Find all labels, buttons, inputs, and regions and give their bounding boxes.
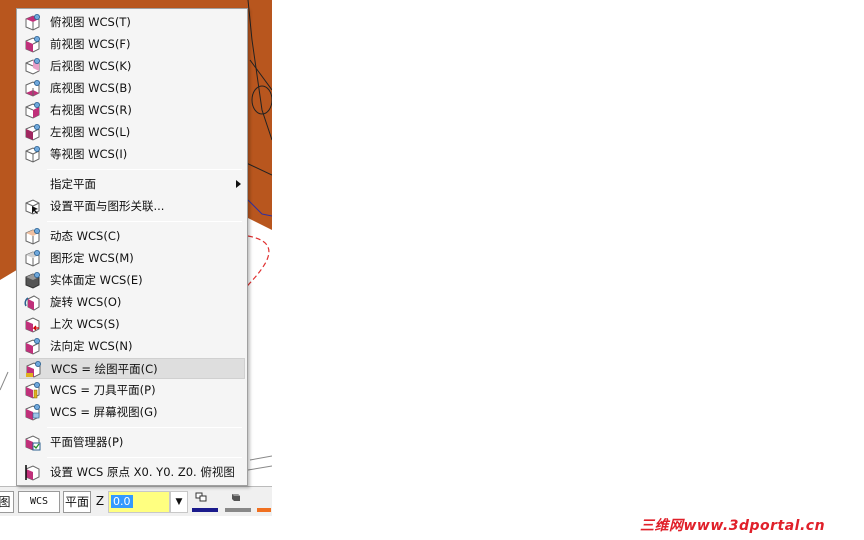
menu-item-label: 指定平面 (50, 177, 96, 191)
view-bottom-icon (25, 80, 40, 97)
menu-item-back-view[interactable]: 后视图 WCS(K) (19, 56, 245, 77)
menu-item-associate-plane[interactable]: 设置平面与图形关联... (19, 196, 245, 217)
menu-item-iso-view[interactable]: 等视图 WCS(I) (19, 144, 245, 165)
view-top-icon (25, 14, 40, 31)
wcs-gview-icon (25, 404, 40, 421)
plane-associate-icon (25, 199, 40, 215)
rotate-wcs-icon (24, 295, 40, 311)
z-depth-input[interactable]: 0.0 (108, 491, 170, 513)
menu-separator (47, 457, 242, 458)
color-swatch-3 (257, 508, 271, 512)
last-wcs-icon (25, 317, 40, 333)
z-depth-label: Z (95, 494, 105, 508)
menu-item-top-view[interactable]: 俯视图 WCS(T) (19, 12, 245, 33)
menu-item-label: 右视图 WCS(R) (50, 103, 132, 117)
site-watermark: 三维网www.3dportal.cn (640, 518, 826, 534)
plane-manager-icon (25, 435, 41, 451)
z-depth-dropdown[interactable]: ▼ (170, 491, 188, 513)
menu-item-label: 俯视图 WCS(T) (50, 15, 131, 29)
menu-item-wcs-cplane[interactable]: WCS = 绘图平面(C) (19, 358, 245, 379)
menu-item-label: 设置 WCS 原点 X0. Y0. Z0. 俯视图 (50, 465, 235, 479)
menu-separator (47, 169, 242, 170)
color-button-1[interactable] (191, 490, 221, 514)
menu-item-label: 平面管理器(P) (50, 435, 124, 449)
view-iso-icon (25, 146, 40, 163)
menu-item-left-view[interactable]: 左视图 WCS(L) (19, 122, 245, 143)
view-left-icon (25, 124, 40, 141)
geometry-wcs-icon (25, 250, 40, 267)
menu-item-label: WCS = 刀具平面(P) (50, 383, 156, 397)
color-button-3[interactable] (256, 490, 274, 514)
color-button-2[interactable] (224, 490, 254, 514)
menu-item-bottom-view[interactable]: 底视图 WCS(B) (19, 78, 245, 99)
menu-item-label: WCS = 绘图平面(C) (51, 362, 158, 376)
cube-icon (232, 494, 240, 501)
menu-separator (47, 427, 242, 428)
view-right-icon (25, 102, 40, 119)
wcs-cplane-icon (26, 361, 41, 378)
wcs-button[interactable]: WCS (18, 491, 60, 513)
menu-item-label: 旋转 WCS(O) (50, 295, 122, 309)
status-left-fragment[interactable]: 图 (0, 491, 14, 513)
wcs-context-menu: 俯视图 WCS(T) 前视图 WCS(F) 后视图 WCS(K) 底视图 WCS… (16, 8, 248, 486)
menu-item-label: 设置平面与图形关联... (50, 199, 165, 213)
menu-item-label: WCS = 屏幕视图(G) (50, 405, 158, 419)
wcs-tplane-icon (25, 382, 40, 399)
menu-item-label: 后视图 WCS(K) (50, 59, 132, 73)
menu-item-label: 实体面定 WCS(E) (50, 273, 143, 287)
menu-item-right-view[interactable]: 右视图 WCS(R) (19, 100, 245, 121)
normal-wcs-icon (25, 338, 40, 355)
menu-item-rotate-wcs[interactable]: 旋转 WCS(O) (19, 292, 245, 313)
z-depth-value: 0.0 (111, 495, 133, 508)
plane-button[interactable]: 平面 (63, 491, 91, 513)
menu-item-wcs-gview[interactable]: WCS = 屏幕视图(G) (19, 402, 245, 423)
menu-item-label: 等视图 WCS(I) (50, 147, 128, 161)
menu-item-label: 动态 WCS(C) (50, 229, 121, 243)
menu-item-dynamic-wcs[interactable]: 动态 WCS(C) (19, 226, 245, 247)
menu-item-label: 法向定 WCS(N) (50, 339, 133, 353)
menu-item-wcs-tplane[interactable]: WCS = 刀具平面(P) (19, 380, 245, 401)
view-front-icon (25, 36, 40, 53)
menu-item-label: 底视图 WCS(B) (50, 81, 132, 95)
menu-item-specify-plane[interactable]: 指定平面 (19, 174, 245, 195)
status-bar: 图 WCS 平面 Z 0.0 ▼ (0, 486, 272, 516)
menu-item-label: 前视图 WCS(F) (50, 37, 131, 51)
menu-item-label: 图形定 WCS(M) (50, 251, 134, 265)
menu-item-geometry-wcs[interactable]: 图形定 WCS(M) (19, 248, 245, 269)
menu-item-label: 上次 WCS(S) (50, 317, 120, 331)
color-swatch-1 (192, 508, 218, 512)
wcs-origin-icon (25, 465, 40, 481)
solid-face-wcs-icon (25, 272, 40, 289)
dynamic-wcs-icon (25, 228, 40, 245)
layers-icon (195, 492, 207, 502)
menu-item-label: 左视图 WCS(L) (50, 125, 131, 139)
view-back-icon (25, 58, 40, 75)
menu-item-solid-face-wcs[interactable]: 实体面定 WCS(E) (19, 270, 245, 291)
menu-item-plane-manager[interactable]: 平面管理器(P) (19, 432, 245, 453)
menu-item-set-wcs-origin[interactable]: 设置 WCS 原点 X0. Y0. Z0. 俯视图 (19, 462, 245, 483)
color-swatch-2 (225, 508, 251, 512)
menu-item-front-view[interactable]: 前视图 WCS(F) (19, 34, 245, 55)
menu-item-normal-wcs[interactable]: 法向定 WCS(N) (19, 336, 245, 357)
menu-item-last-wcs[interactable]: 上次 WCS(S) (19, 314, 245, 335)
submenu-arrow-icon (236, 180, 241, 188)
menu-separator (47, 221, 242, 222)
